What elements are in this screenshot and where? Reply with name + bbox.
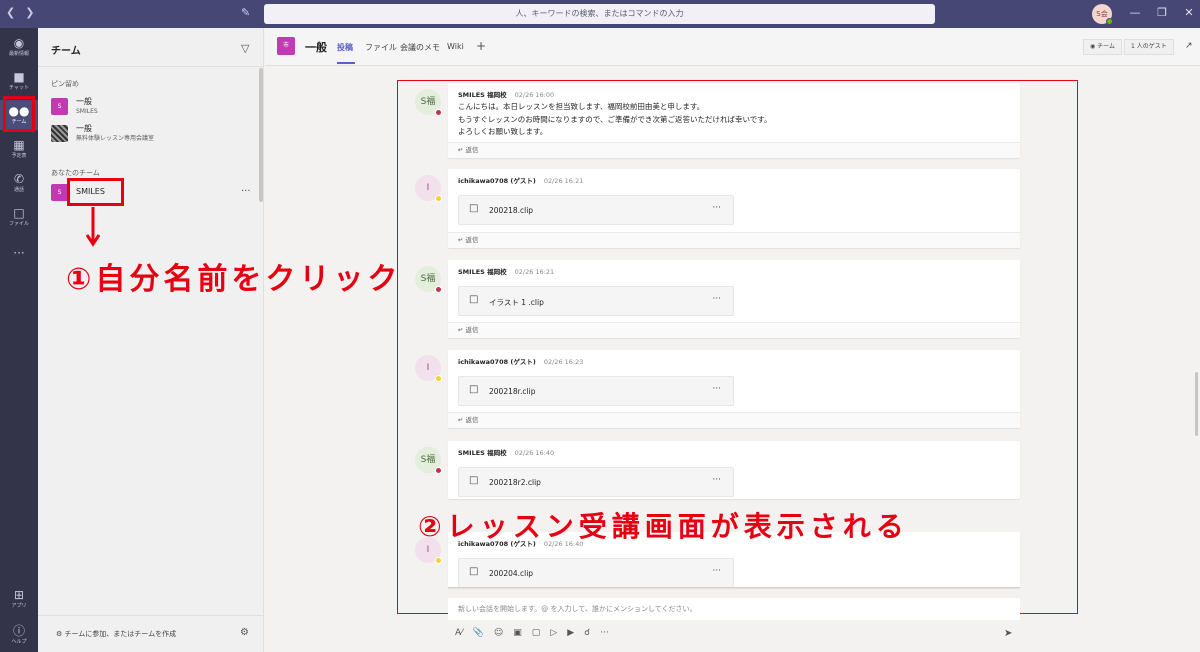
eye-icon: ◉ <box>1090 43 1096 50</box>
calendar-icon: ▦ <box>13 138 25 152</box>
tab-wiki[interactable]: Wiki <box>447 42 464 51</box>
team-name: SMILES <box>76 107 98 115</box>
channel-name: 一般 <box>76 123 92 133</box>
divider <box>448 587 1020 588</box>
team-button[interactable]: ◉ チーム <box>1083 39 1122 55</box>
stream-icon[interactable]: ▶ <box>567 628 574 638</box>
your-teams-label: あなたのチーム <box>51 169 100 177</box>
format-icon[interactable]: A⁄ <box>455 628 463 638</box>
rail-item-apps[interactable]: ⊞ アプリ <box>0 584 38 614</box>
history-nav: ❮ ❯ <box>6 6 34 19</box>
channel-name: 一般 <box>76 96 92 106</box>
rail-item-more[interactable]: ··· <box>0 242 38 272</box>
annotation-step2: ②レッスン受講画面が表示される <box>418 510 909 543</box>
team-button-label: チーム <box>1097 43 1115 50</box>
forward-arrow-icon[interactable]: ❯ <box>25 6 34 19</box>
join-team-icon: ⚙ <box>56 630 63 638</box>
rail-item-files[interactable]: □ ファイル <box>0 202 38 232</box>
profile-initials: S会 <box>1096 10 1108 18</box>
gif-icon[interactable]: ▣ <box>513 628 522 638</box>
pinned-channel-general[interactable]: S 一般 SMILES <box>51 93 98 119</box>
phone-icon: ✆ <box>13 172 25 186</box>
presence-icon <box>1106 18 1113 25</box>
add-tab-icon[interactable]: + <box>476 39 486 53</box>
team-badge: S <box>51 97 68 115</box>
back-arrow-icon[interactable]: ❮ <box>6 6 15 19</box>
meet-now-icon[interactable]: ▷ <box>550 628 557 638</box>
restore-icon[interactable]: ❐ <box>1155 6 1169 19</box>
filter-icon[interactable]: ▽ <box>241 42 249 55</box>
apps-icon: ⊞ <box>13 588 25 602</box>
channel-title: 一般 <box>305 41 327 54</box>
team-more-icon[interactable]: ··· <box>241 186 251 197</box>
rail-item-help[interactable]: ⓘ ヘルプ <box>0 620 38 650</box>
channel-badge: 市 <box>277 37 295 55</box>
sticker-icon[interactable]: ▢ <box>532 628 541 638</box>
join-label: チームに参加、またはチームを作成 <box>64 630 177 638</box>
pane-title: チーム <box>51 46 81 57</box>
rail-item-activity[interactable]: ◉ 最新情報 <box>0 32 38 62</box>
send-icon[interactable]: ➤ <box>1004 628 1012 639</box>
channel-header: 市 一般 投稿 ファイル 会議のメモ Wiki + ◉ チーム 1 人のゲスト … <box>265 28 1200 66</box>
highlight-teams-box <box>3 96 35 132</box>
annotation-step1: ①自分名前をクリック <box>66 262 402 297</box>
down-arrow-icon <box>86 207 100 247</box>
pane-scrollbar[interactable] <box>259 68 263 202</box>
highlight-name-box <box>67 178 124 206</box>
bell-icon: ◉ <box>13 36 25 50</box>
search-input[interactable]: 人、キーワードの検索、またはコマンドの入力 <box>264 4 935 24</box>
guest-button[interactable]: 1 人のゲスト <box>1124 39 1174 55</box>
active-tab-indicator <box>337 62 355 64</box>
rail-item-calls[interactable]: ✆ 通話 <box>0 168 38 198</box>
compose-input[interactable]: 新しい会話を開始します。@ を入力して、誰かにメンションしてください。 <box>448 598 1020 620</box>
tab-meeting-notes[interactable]: 会議のメモ <box>400 42 440 53</box>
team-badge: S <box>51 183 68 201</box>
expand-icon[interactable]: ↗ <box>1179 39 1199 55</box>
emoji-icon[interactable]: ☺ <box>494 628 503 638</box>
chat-icon: ■ <box>13 70 25 84</box>
rail-item-chat[interactable]: ■ チャット <box>0 66 38 96</box>
minimize-icon[interactable]: — <box>1128 6 1142 19</box>
divider <box>38 615 264 616</box>
profile-avatar[interactable]: S会 <box>1092 4 1113 25</box>
pinned-label: ピン留め <box>51 80 79 88</box>
team-name: 無料体験レッスン専用会議室 <box>76 134 155 142</box>
divider <box>38 66 264 67</box>
help-icon: ⓘ <box>12 624 25 638</box>
rail-item-calendar[interactable]: ▦ 予定表 <box>0 134 38 164</box>
close-icon[interactable]: ✕ <box>1182 6 1196 19</box>
tab-posts[interactable]: 投稿 <box>337 42 353 53</box>
settings-gear-icon[interactable]: ⚙ <box>240 627 249 638</box>
join-create-team[interactable]: ⚙ チームに参加、またはチームを作成 <box>56 629 176 639</box>
praise-icon[interactable]: ☌ <box>584 628 590 638</box>
main-scrollbar[interactable] <box>1195 372 1198 436</box>
more-icon: ··· <box>13 246 25 260</box>
tab-files[interactable]: ファイル <box>365 42 397 53</box>
teams-pane: チーム ▽ ピン留め S 一般 SMILES 一般 無料体験レッスン専用会議室 あな… <box>38 28 264 652</box>
attach-icon[interactable]: 📎 <box>473 628 484 638</box>
title-bar: ❮ ❯ ✎ 人、キーワードの検索、またはコマンドの入力 S会 — ❐ ✕ <box>0 0 1200 28</box>
compose-toolbar: A⁄ 📎 ☺ ▣ ▢ ▷ ▶ ☌ ··· <box>455 628 609 638</box>
team-photo <box>51 124 68 142</box>
file-icon: □ <box>13 206 25 220</box>
more-options-icon[interactable]: ··· <box>600 628 609 638</box>
new-chat-icon[interactable]: ✎ <box>241 7 253 19</box>
pinned-channel-trial[interactable]: 一般 無料体験レッスン専用会議室 <box>51 120 154 146</box>
